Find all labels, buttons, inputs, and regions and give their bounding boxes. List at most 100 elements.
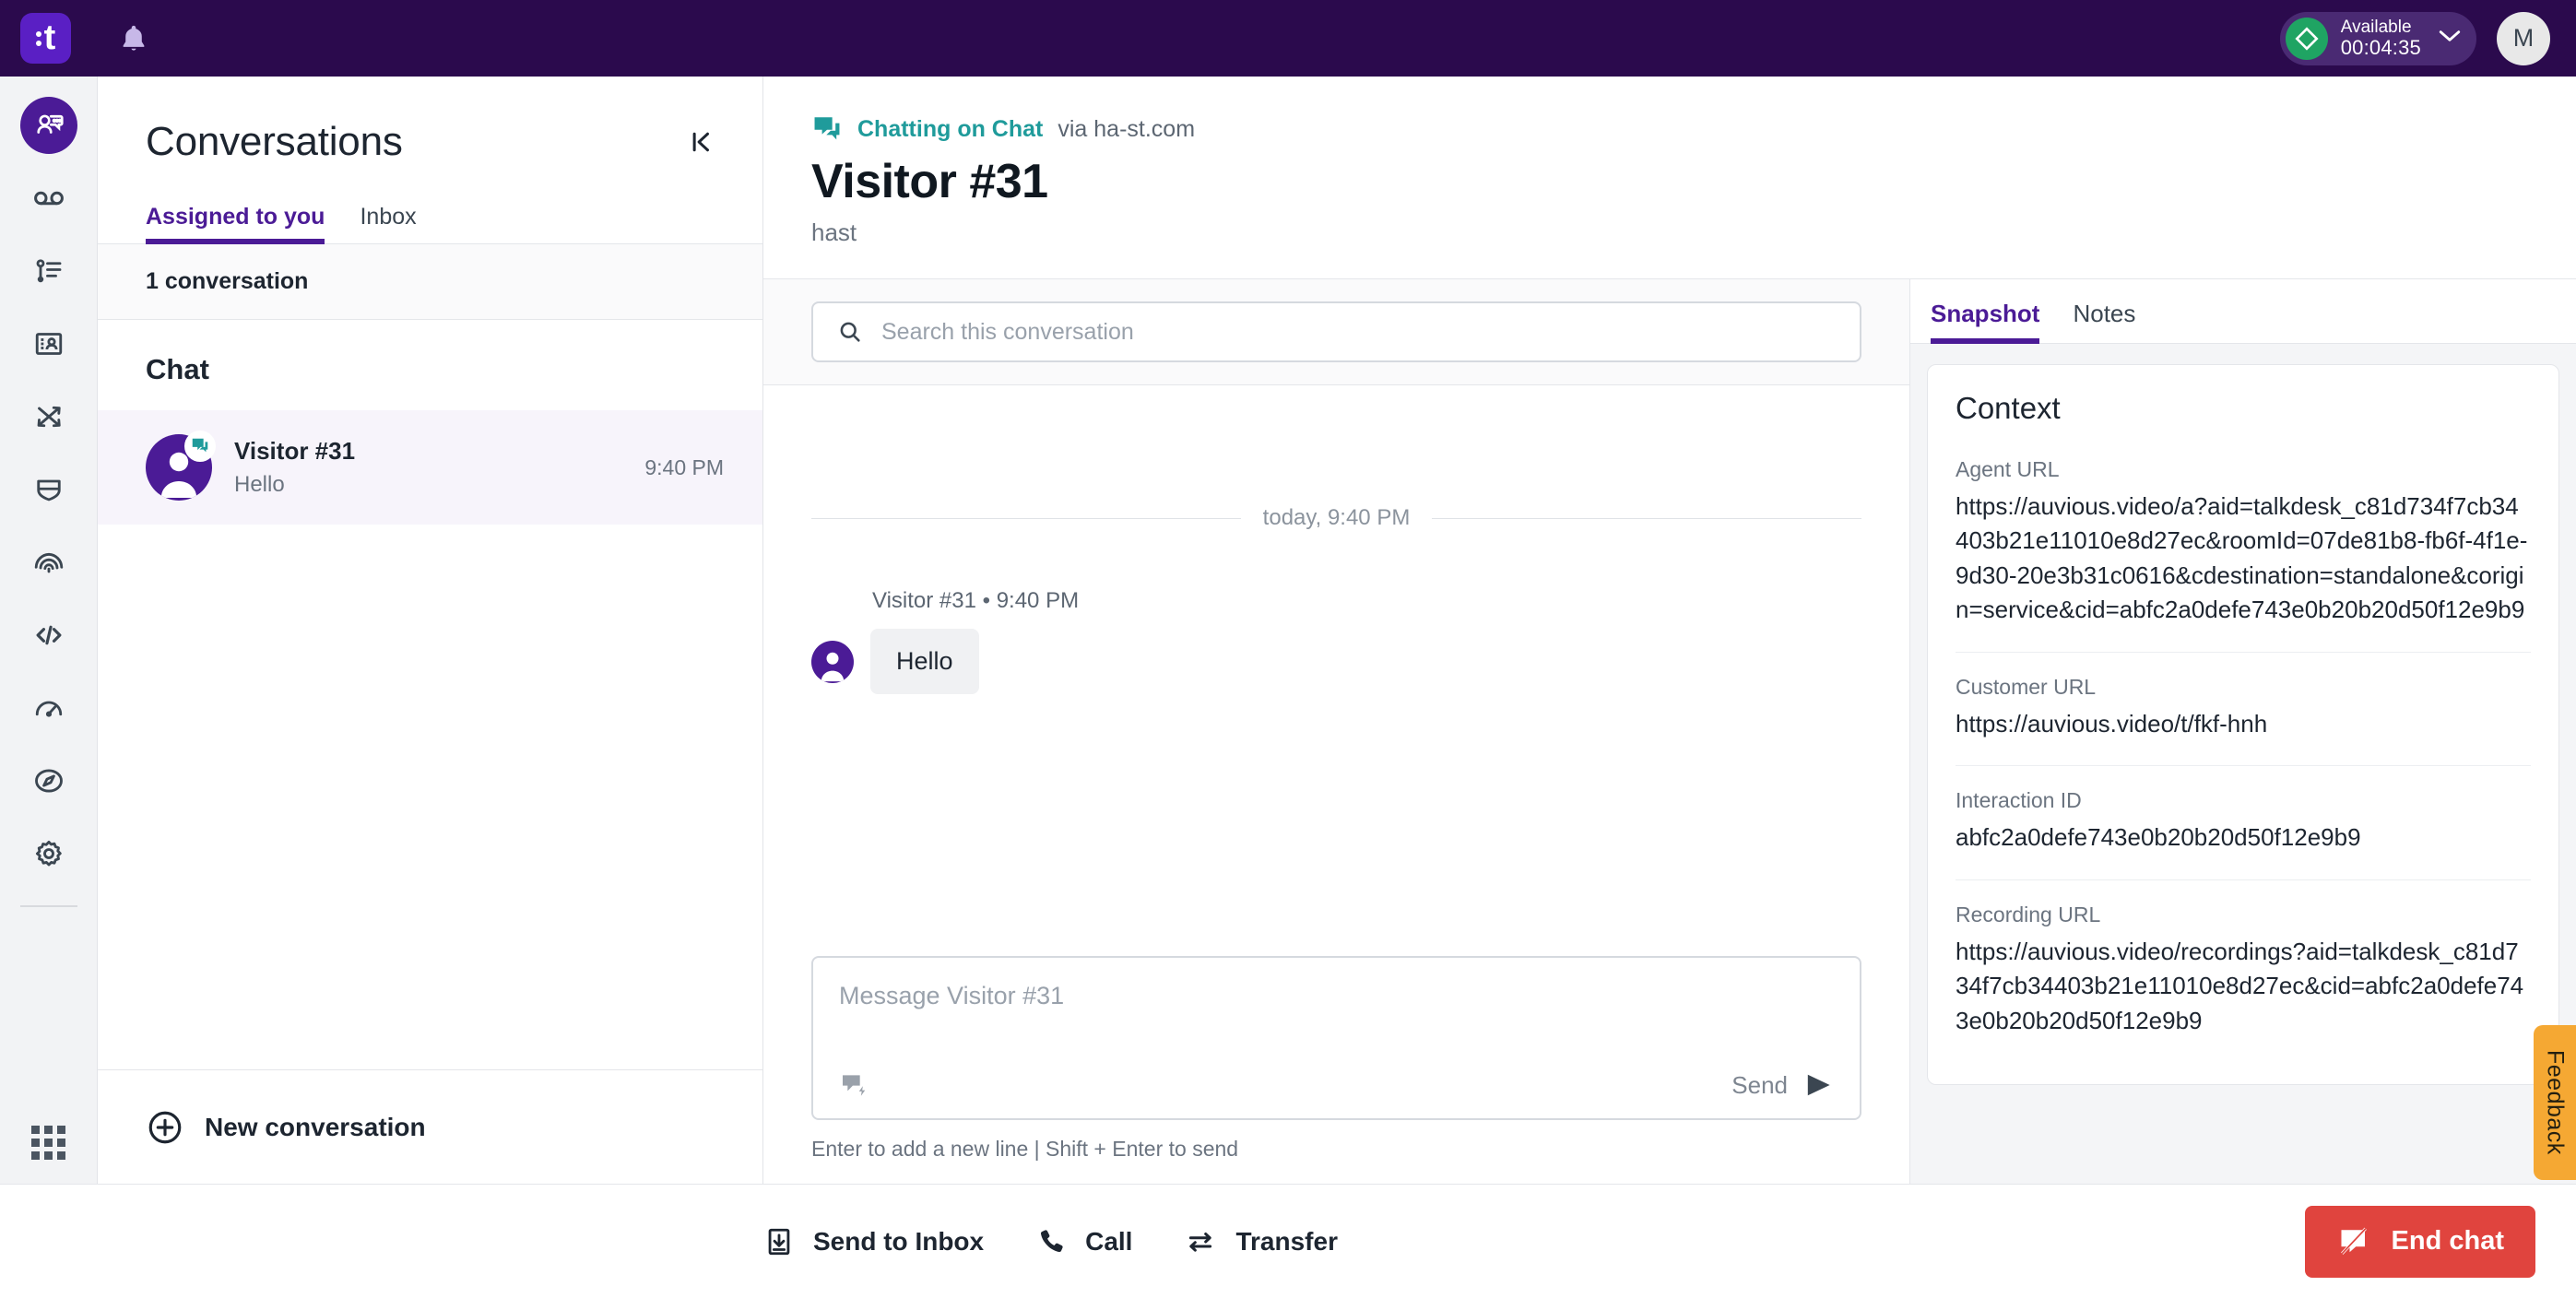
channel-via: via ha-st.com — [1058, 115, 1196, 142]
app-root: t Available 00:04:35 M Conversations Ass… — [0, 0, 2576, 1298]
apps-grid-button[interactable] — [0, 1126, 97, 1160]
context-field-recording-url: Recording URL https://auvious.video/reco… — [1956, 903, 2531, 1062]
search-input[interactable] — [881, 318, 1836, 346]
tab-snapshot[interactable]: Snapshot — [1931, 300, 2040, 344]
tab-notes[interactable]: Notes — [2073, 300, 2135, 343]
message-thread: today, 9:40 PM Visitor #31 • 9:40 PM Hel… — [763, 385, 1909, 956]
feedback-label: Feedback — [2542, 1050, 2569, 1155]
separator-line-left — [811, 517, 1241, 519]
transfer-arrows-icon — [1189, 1232, 1212, 1252]
context-field-label: Agent URL — [1956, 457, 2060, 481]
context-field-interaction-id: Interaction ID abfc2a0defe743e0b20b20d50… — [1956, 788, 2531, 880]
context-field-label: Customer URL — [1956, 674, 2097, 699]
rail-divider — [19, 905, 77, 907]
day-separator-label: today, 9:40 PM — [1262, 505, 1411, 530]
top-bar: t Available 00:04:35 M — [0, 0, 2576, 77]
new-conversation-label: New conversation — [205, 1112, 426, 1141]
chat-off-icon — [2340, 1227, 2367, 1255]
list-item[interactable]: Visitor #31 Hello 9:40 PM — [98, 410, 762, 525]
main-body: Conversations Assigned to you Inbox 1 co… — [0, 77, 2576, 1184]
context-field-customer-url: Customer URL https://auvious.video/t/fkf… — [1956, 674, 2531, 767]
call-button[interactable]: Call — [1035, 1226, 1132, 1257]
composer-toolbar: Send — [839, 1070, 1834, 1100]
sidebar-item-explore[interactable] — [20, 752, 77, 809]
conversation-header: Chatting on Chat via ha-st.com Visitor #… — [763, 77, 2576, 279]
composer-wrap: Message Visitor #31 Send Enter to add a — [763, 956, 1909, 1184]
sidebar-item-routing[interactable] — [20, 388, 77, 445]
status-available-icon — [2285, 17, 2328, 60]
list-item-snippet: Hello — [234, 472, 285, 497]
status-label: Available — [2340, 17, 2412, 37]
end-chat-label: End chat — [2391, 1226, 2504, 1256]
send-label: Send — [1731, 1070, 1788, 1099]
sidebar-item-guardian[interactable] — [20, 461, 77, 518]
tab-inbox[interactable]: Inbox — [360, 204, 416, 243]
status-text: Available 00:04:35 — [2341, 18, 2421, 60]
list-item-time: 9:40 PM — [644, 454, 724, 479]
message-composer[interactable]: Message Visitor #31 Send — [811, 956, 1861, 1120]
person-icon — [811, 640, 854, 683]
conversation-group-label: Chat — [146, 353, 209, 385]
sidebar-item-voice-id[interactable] — [20, 534, 77, 591]
sidebar-item-activity[interactable] — [20, 242, 77, 300]
composer-hint: Enter to add a new line | Shift + Enter … — [811, 1137, 1239, 1161]
tab-assigned-to-you[interactable]: Assigned to you — [146, 204, 325, 244]
message-bubble: Hello — [870, 629, 979, 694]
send-to-inbox-button[interactable]: Send to Inbox — [763, 1226, 984, 1257]
thread-spacer — [811, 694, 1861, 956]
feedback-tab[interactable]: Feedback — [2534, 1025, 2576, 1180]
context-field-label: Interaction ID — [1956, 788, 2082, 813]
thread-column: today, 9:40 PM Visitor #31 • 9:40 PM Hel… — [763, 279, 1910, 1184]
sidebar-item-developer[interactable] — [20, 607, 77, 664]
snapshot-panel: Snapshot Notes Context Agent URL https:/… — [1910, 279, 2576, 1184]
message-item: Visitor #31 • 9:40 PM Hello — [811, 588, 1861, 694]
user-avatar[interactable]: M — [2497, 11, 2550, 65]
new-conversation-button[interactable]: New conversation — [146, 1108, 426, 1147]
list-item-name: Visitor #31 — [234, 437, 356, 465]
conversations-tabs: Assigned to you Inbox — [98, 165, 762, 244]
send-button[interactable]: Send — [1731, 1071, 1834, 1100]
bottom-actions: Send to Inbox Call Transfer — [763, 1226, 1338, 1257]
collapse-left-icon[interactable] — [681, 123, 720, 161]
chat-icon — [814, 117, 840, 140]
inbox-download-icon — [768, 1228, 790, 1255]
sidebar-item-conversations[interactable] — [19, 97, 77, 154]
context-field-value[interactable]: abfc2a0defe743e0b20b20d50f12e9b9 — [1956, 820, 2531, 855]
quick-reply-icon — [843, 1075, 866, 1096]
snapshot-body: Context Agent URL https://auvious.video/… — [1910, 344, 2576, 1184]
bell-icon[interactable] — [115, 20, 152, 57]
end-chat-button[interactable]: End chat — [2304, 1205, 2535, 1278]
apps-grid-icon — [31, 1126, 65, 1160]
conversation-subtitle: hast — [811, 218, 857, 246]
context-field-value[interactable]: https://auvious.video/t/fkf-hnh — [1956, 707, 2531, 741]
context-title: Context — [1956, 391, 2061, 425]
context-field-agent-url: Agent URL https://auvious.video/a?aid=ta… — [1956, 457, 2531, 653]
transfer-button[interactable]: Transfer — [1184, 1226, 1338, 1257]
page-title: Conversations — [146, 119, 403, 164]
channel-info: Chatting on Chat via ha-st.com — [811, 113, 2576, 145]
logo-dots-icon — [35, 30, 41, 46]
context-field-label: Recording URL — [1956, 902, 2101, 926]
list-item-text: Visitor #31 Hello — [234, 437, 622, 498]
agent-status-pill[interactable]: Available 00:04:35 — [2279, 11, 2476, 65]
chevron-down-icon — [2438, 29, 2462, 48]
center-split: today, 9:40 PM Visitor #31 • 9:40 PM Hel… — [763, 279, 2576, 1184]
snapshot-tabs: Snapshot Notes — [1910, 279, 2576, 344]
conversation-title: Visitor #31 — [811, 155, 1048, 208]
logo-letter: t — [43, 18, 56, 58]
context-field-value[interactable]: https://auvious.video/recordings?aid=tal… — [1956, 935, 2531, 1038]
sidebar-item-voicemail[interactable] — [20, 170, 77, 227]
talkdesk-logo[interactable]: t — [20, 13, 71, 64]
sidebar-item-settings[interactable] — [20, 825, 77, 882]
sidebar-item-performance[interactable] — [20, 679, 77, 737]
conversations-spacer — [98, 525, 762, 1069]
conversation-view: Chatting on Chat via ha-st.com Visitor #… — [763, 77, 2576, 1184]
chat-badge-icon — [184, 431, 216, 462]
status-timer: 00:04:35 — [2340, 35, 2421, 59]
search-box[interactable] — [811, 301, 1861, 362]
sidebar-item-contacts[interactable] — [20, 315, 77, 372]
call-label: Call — [1085, 1226, 1133, 1256]
context-field-value[interactable]: https://auvious.video/a?aid=talkdesk_c81… — [1956, 490, 2531, 628]
composer-placeholder: Message Visitor #31 — [839, 982, 1065, 1009]
avatar — [146, 431, 216, 501]
